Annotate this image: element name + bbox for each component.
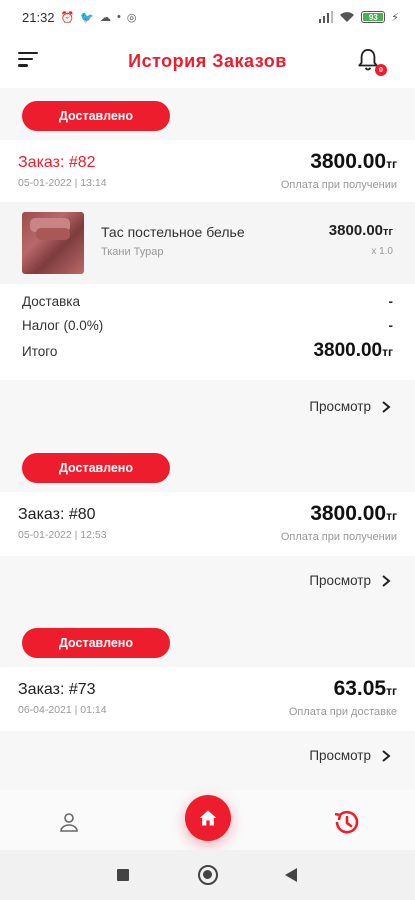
home-icon: [199, 810, 217, 826]
order-amount: 63.05тг: [334, 677, 397, 701]
order-date: 05-01-2022 | 13:14: [18, 177, 107, 189]
tax-value: -: [388, 318, 394, 333]
recents-button[interactable]: [117, 869, 129, 881]
order-card[interactable]: Заказ: #82 05-01-2022 | 13:14 3800.00тг …: [0, 140, 415, 202]
product-currency: тг: [383, 226, 393, 238]
profile-tab[interactable]: [57, 810, 81, 834]
status-time: 21:32: [22, 9, 55, 25]
order-number-label: Заказ:: [18, 154, 65, 171]
twitter-icon: 🐦: [80, 11, 94, 24]
view-order-label: Просмотр: [309, 573, 371, 588]
status-badge: Доставлено: [22, 101, 170, 131]
order-amount: 3800.00тг: [310, 150, 397, 174]
menu-icon[interactable]: [18, 52, 40, 70]
order-header: Заказ: #73 06-04-2021 | 01:14 63.05тг Оп…: [0, 667, 415, 729]
order-amount-value: 63.05: [333, 677, 387, 700]
home-tab[interactable]: [185, 795, 231, 841]
bottom-navigation: [0, 790, 415, 850]
product-name: Тас постельное белье: [101, 224, 245, 240]
view-order-label: Просмотр: [309, 399, 371, 414]
status-bar: 21:32 ⏰ 🐦 ☁ • ◎ 93 ⚡: [0, 0, 415, 34]
payment-method: Оплата при получении: [280, 531, 397, 543]
order-number-label: Заказ:: [18, 506, 65, 523]
chevron-right-icon: [382, 749, 391, 762]
order-currency: тг: [386, 509, 397, 523]
order-card[interactable]: Заказ: #80 05-01-2022 | 12:53 3800.00тг …: [0, 492, 415, 556]
order-amount-value: 3800.00: [310, 502, 387, 525]
data-saver-icon: ◎: [126, 11, 137, 24]
history-tab[interactable]: [331, 807, 361, 837]
payment-method: Оплата при получении: [280, 179, 397, 191]
status-badge: Доставлено: [22, 628, 170, 658]
order-header: Заказ: #80 05-01-2022 | 12:53 3800.00тг …: [0, 492, 415, 554]
chevron-right-icon: [382, 574, 391, 587]
battery-level: 93: [368, 12, 378, 22]
view-order-button[interactable]: Просмотр: [309, 573, 391, 588]
notification-count-badge: 0: [375, 64, 387, 76]
product-price: 3800.00тг: [329, 222, 393, 239]
payment-method: Оплата при доставке: [288, 706, 397, 718]
total-currency: тг: [382, 345, 393, 359]
product-image: [22, 212, 84, 274]
order-date: 05-01-2022 | 12:53: [18, 529, 107, 541]
back-button[interactable]: [285, 868, 297, 882]
user-icon: [60, 813, 78, 832]
order-currency: тг: [386, 684, 397, 698]
view-order-label: Просмотр: [309, 748, 371, 763]
cloud-icon: ☁: [99, 11, 111, 24]
tax-row: Налог (0.0%) -: [22, 318, 393, 333]
status-badge: Доставлено: [22, 453, 170, 483]
product-quantity: x 1.0: [371, 246, 393, 257]
order-card[interactable]: Заказ: #73 06-04-2021 | 01:14 63.05тг Оп…: [0, 667, 415, 731]
history-icon: [334, 810, 359, 834]
status-bar-left: 21:32 ⏰ 🐦 ☁ • ◎: [22, 10, 136, 25]
notifications-button[interactable]: 0: [357, 48, 387, 76]
wifi-icon: [340, 12, 355, 22]
total-amount: 3800.00: [313, 340, 383, 361]
order-currency: тг: [386, 157, 397, 171]
delivery-value: -: [388, 294, 394, 309]
product-row[interactable]: Тас постельное белье Ткани Турар 3800.00…: [0, 202, 415, 284]
app-bar: История Заказов 0: [0, 34, 415, 88]
signal-icon: [319, 11, 334, 23]
chevron-right-icon: [382, 400, 391, 413]
tax-label: Налог (0.0%): [22, 318, 104, 333]
charging-icon: ⚡: [391, 11, 399, 24]
product-price-value: 3800.00: [328, 222, 384, 239]
order-amount-value: 3800.00: [310, 150, 387, 173]
home-button[interactable]: [198, 865, 218, 885]
order-number-value: #82: [68, 154, 96, 171]
total-row: Итого 3800.00тг: [22, 340, 393, 361]
order-amount: 3800.00тг: [310, 502, 397, 526]
order-number-value: #80: [68, 506, 96, 523]
total-value: 3800.00тг: [313, 340, 393, 362]
total-label: Итого: [22, 344, 58, 359]
alarm-icon: ⏰: [60, 11, 75, 24]
battery-icon: 93: [361, 11, 386, 23]
delivery-row: Доставка -: [22, 294, 393, 309]
order-date: 06-04-2021 | 01:14: [18, 704, 107, 716]
product-seller: Ткани Турар: [101, 246, 164, 258]
order-number-value: #73: [68, 681, 96, 698]
delivery-label: Доставка: [22, 294, 80, 309]
more-notifications-icon: •: [116, 11, 121, 23]
status-bar-right: 93 ⚡: [319, 11, 399, 24]
order-number: Заказ: #82: [18, 154, 96, 172]
view-order-button[interactable]: Просмотр: [309, 399, 391, 414]
view-order-button[interactable]: Просмотр: [309, 748, 391, 763]
order-number-label: Заказ:: [18, 681, 65, 698]
order-totals: Доставка - Налог (0.0%) - Итого 3800.00т…: [0, 284, 415, 380]
page-title: История Заказов: [128, 50, 287, 71]
order-number: Заказ: #73: [18, 681, 96, 699]
order-header: Заказ: #82 05-01-2022 | 13:14 3800.00тг …: [0, 140, 415, 202]
order-number: Заказ: #80: [18, 506, 96, 524]
system-navigation-bar: [0, 850, 415, 900]
